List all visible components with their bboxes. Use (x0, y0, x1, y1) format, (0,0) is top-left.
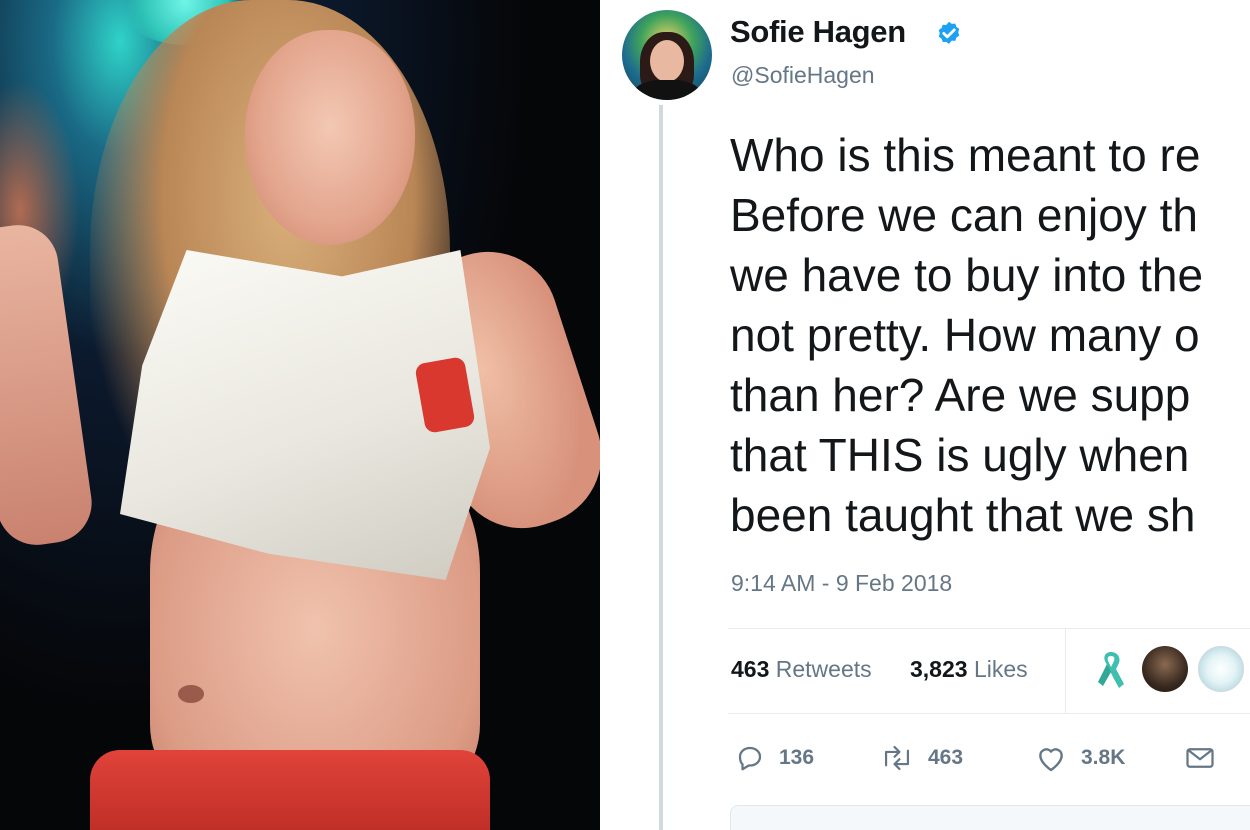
awareness-ribbon-icon (1098, 652, 1124, 688)
divider (728, 628, 1250, 629)
reply-input[interactable] (730, 805, 1250, 830)
tweet-text-line: we have to buy into the (730, 249, 1204, 301)
tweet-text: Who is this meant to re Before we can en… (730, 125, 1250, 545)
retweet-icon (884, 745, 910, 771)
thread-line (659, 105, 663, 830)
red-shorts (90, 750, 490, 830)
tweet-text-line: that THIS is ugly when (730, 429, 1190, 481)
retweet-count: 463 (928, 746, 964, 769)
like-count: 3.8K (1081, 746, 1126, 769)
retweets-count: 463 (731, 656, 770, 682)
liker-avatar[interactable] (1198, 646, 1244, 692)
retweets-stat[interactable]: 463 Retweets (731, 656, 872, 683)
like-button[interactable]: 3.8K (1035, 738, 1125, 778)
tweet-timestamp[interactable]: 9:14 AM - 9 Feb 2018 (731, 570, 952, 597)
direct-message-button[interactable] (1185, 738, 1229, 778)
heart-icon (1039, 748, 1063, 772)
likes-count: 3,823 (910, 656, 968, 682)
tweet-text-line: than her? Are we supp (730, 369, 1191, 421)
reply-icon (738, 746, 762, 771)
tweet-text-line: Who is this meant to re (730, 129, 1201, 181)
verified-badge-icon (938, 21, 960, 44)
likes-label: Likes (973, 656, 1028, 682)
face (245, 30, 415, 245)
divider (1065, 628, 1066, 713)
raised-arm (0, 219, 97, 551)
avatar-body (632, 80, 702, 100)
envelope-icon (1186, 748, 1214, 768)
photo-panel (0, 0, 600, 830)
tweet-card: Sofie Hagen @SofieHagen Who is this mean… (600, 0, 1250, 830)
tweet-text-line: Before we can enjoy th (730, 189, 1198, 241)
navel (178, 685, 204, 703)
author-avatar[interactable] (622, 10, 712, 100)
author-handle[interactable]: @SofieHagen (731, 62, 875, 89)
divider (728, 713, 1250, 714)
retweet-button[interactable]: 463 (880, 738, 963, 778)
retweets-label: Retweets (775, 656, 872, 682)
avatar-face (650, 40, 684, 82)
reply-button[interactable]: 136 (735, 738, 814, 778)
tweet-text-line: not pretty. How many o (730, 309, 1200, 361)
likes-stat[interactable]: 3,823 Likes (910, 656, 1028, 683)
author-name[interactable]: Sofie Hagen (730, 14, 906, 50)
liker-avatar[interactable] (1142, 646, 1188, 692)
reply-count: 136 (779, 746, 815, 769)
tweet-text-line: been taught that we sh (730, 489, 1196, 541)
